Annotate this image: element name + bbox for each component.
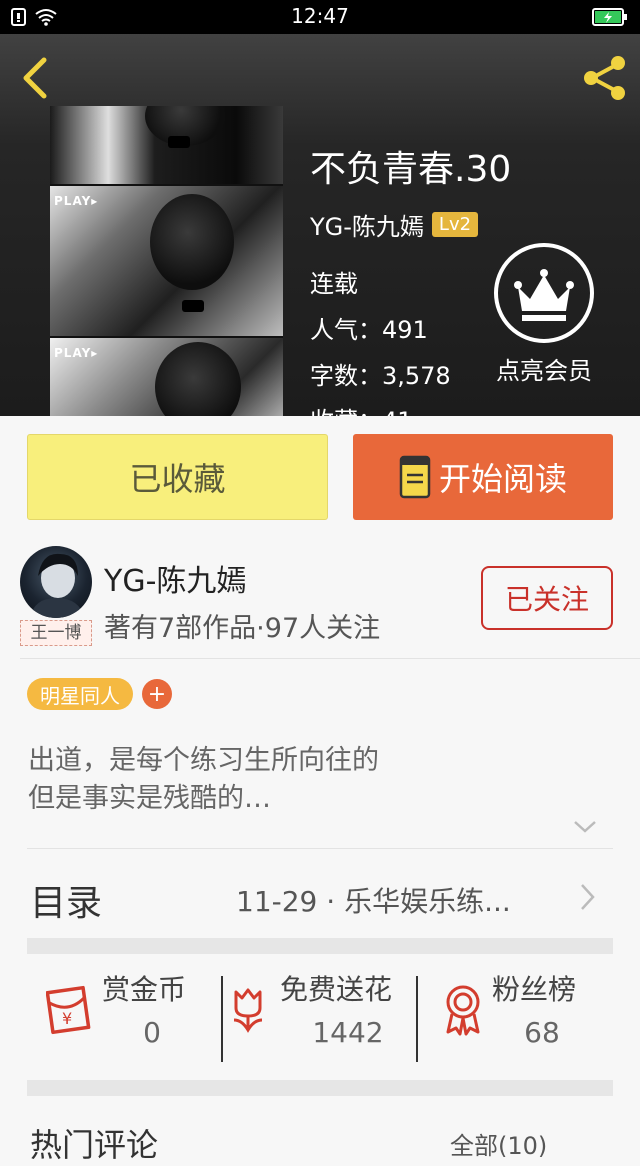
- book-icon: [399, 455, 431, 499]
- book-cover[interactable]: PLAY▸ PLAY▸: [50, 106, 283, 416]
- book-detail-content: 已收藏 开始阅读 王一博 YG-陈九嫣 著有7部作品·97人关注 已关注 明星同…: [0, 416, 640, 1164]
- avatar-tag: 王一博: [20, 620, 92, 646]
- author-name[interactable]: YG-陈九嫣: [104, 556, 246, 600]
- hot-comments-title: 热门评论: [30, 1126, 159, 1164]
- status-time: 12:47: [291, 4, 349, 28]
- reward-value: 0: [143, 1016, 161, 1049]
- reward-label: 赏金币: [102, 973, 187, 1006]
- all-comments-link[interactable]: 全部(10): [450, 1126, 547, 1161]
- follow-label: 已关注: [504, 583, 589, 616]
- start-reading-button[interactable]: 开始阅读: [353, 434, 613, 520]
- cover-panel: [50, 106, 283, 184]
- back-arrow-icon[interactable]: [14, 54, 58, 102]
- crown-icon: [494, 243, 594, 343]
- svg-text:¥: ¥: [62, 1009, 72, 1028]
- section-divider: [27, 1080, 613, 1096]
- section-divider: [27, 938, 613, 954]
- author-card[interactable]: 王一博 YG-陈九嫣 著有7部作品·97人关注 已关注: [0, 538, 640, 658]
- cover-panel: PLAY▸: [50, 338, 283, 416]
- synopsis-line: 但是事实是残酷的…: [28, 783, 271, 814]
- book-author-line: YG-陈九嫣 Lv2: [310, 207, 479, 242]
- share-icon[interactable]: [578, 52, 630, 104]
- book-word-count: 字数：3,578: [310, 362, 451, 390]
- latest-chapter: 11-29 · 乐华娱乐练...: [236, 885, 511, 918]
- flowers-label: 免费送花: [280, 973, 393, 1006]
- follow-button[interactable]: 已关注: [481, 566, 613, 630]
- reward-coins-button[interactable]: ¥ 赏金币 0: [40, 964, 220, 1064]
- favorited-label: 已收藏: [129, 460, 226, 498]
- status-bar: 12:47: [0, 0, 640, 34]
- cover-panel: PLAY▸: [50, 186, 283, 336]
- synopsis[interactable]: 出道，是每个练习生所向往的 但是事实是残酷的…: [28, 742, 608, 818]
- tag-chip[interactable]: 明星同人: [27, 678, 133, 710]
- battery-icon: [592, 8, 627, 26]
- book-title: 不负青春.30: [310, 149, 512, 190]
- chevron-right-icon: [581, 884, 595, 910]
- fans-ranking-button[interactable]: 粉丝榜 68: [438, 964, 618, 1064]
- favorited-button[interactable]: 已收藏: [27, 434, 328, 520]
- cover-play-label: PLAY▸: [54, 194, 99, 208]
- stats-row: ¥ 赏金币 0 免费送花 1442 粉丝榜 68: [0, 964, 640, 1074]
- level-badge: Lv2: [431, 212, 479, 237]
- add-tag-button[interactable]: +: [142, 679, 172, 709]
- catalog-row[interactable]: 目录 11-29 · 乐华娱乐练...: [0, 856, 640, 938]
- stat-separator: [416, 976, 418, 1062]
- stat-separator: [221, 976, 223, 1062]
- flower-icon: [233, 988, 263, 1033]
- fans-value: 68: [524, 1016, 560, 1049]
- book-author[interactable]: YG-陈九嫣: [310, 207, 424, 242]
- flowers-value: 1442: [312, 1016, 384, 1049]
- send-flowers-button[interactable]: 免费送花 1442: [228, 964, 418, 1064]
- synopsis-line: 出道，是每个练习生所向往的: [28, 745, 379, 776]
- vip-label: 点亮会员: [496, 357, 592, 385]
- author-summary: 著有7部作品·97人关注: [104, 613, 381, 644]
- start-reading-label: 开始阅读: [438, 460, 567, 498]
- vip-button[interactable]: 点亮会员: [488, 240, 600, 390]
- fans-label: 粉丝榜: [492, 973, 577, 1006]
- divider: [20, 658, 640, 659]
- divider: [27, 848, 613, 849]
- cover-play-label: PLAY▸: [54, 346, 99, 360]
- book-popularity: 人气：491: [310, 316, 428, 344]
- book-header: 12:47 PLAY▸ PLAY▸ 不负青春.30 YG-陈九嫣 Lv2 连载 …: [0, 0, 640, 416]
- medal-icon: [446, 985, 480, 1036]
- avatar[interactable]: [20, 546, 92, 618]
- catalog-label: 目录: [30, 883, 103, 924]
- book-status: 连载: [310, 270, 358, 298]
- red-envelope-icon: ¥: [46, 985, 91, 1035]
- chevron-down-icon[interactable]: [572, 818, 598, 836]
- book-favorites: 收藏：41: [310, 401, 413, 416]
